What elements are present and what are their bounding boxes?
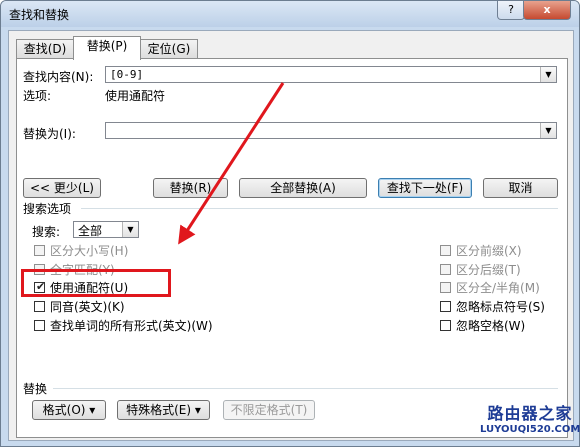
- watermark-url: LUYOUQI520.COM: [480, 424, 580, 435]
- annotation-arrow: [178, 82, 285, 245]
- tab-replace[interactable]: 替换(P): [73, 36, 141, 60]
- watermark-logo: 路由器之家 LUYOUQI520.COM: [480, 400, 580, 435]
- watermark-title: 路由器之家: [487, 404, 573, 423]
- highlight-box: [21, 269, 171, 297]
- find-replace-dialog: 查找和替换 ? x 查找(D) 替换(P) 定位(G) 查找内容(N): [0-…: [0, 0, 580, 447]
